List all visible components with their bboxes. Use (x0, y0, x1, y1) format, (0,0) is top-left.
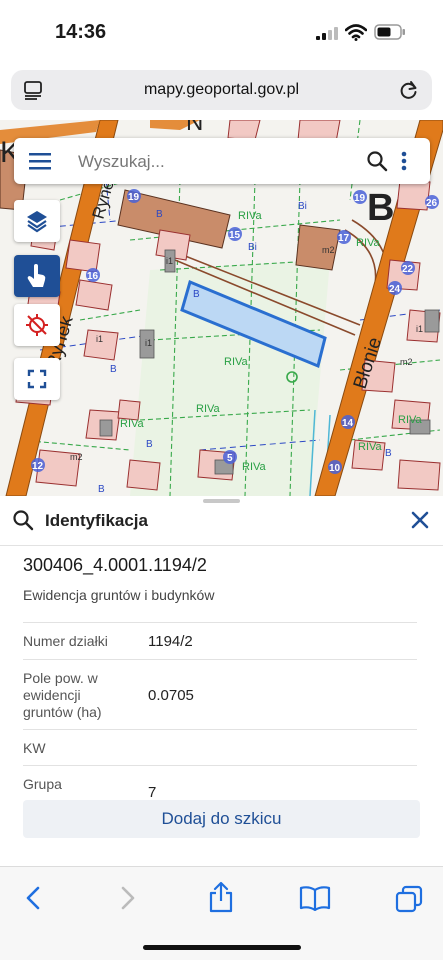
map-num-26: 26 (426, 198, 438, 209)
map-label-i1-4: i1 (96, 334, 103, 344)
map-label-riva-2: RIVa (196, 403, 221, 415)
map-label-b-3: B (110, 364, 117, 375)
row-label-parcel-number: Numer działki (23, 633, 108, 649)
search-icon (13, 510, 34, 531)
home-indicator (143, 945, 301, 950)
reload-icon[interactable] (398, 79, 420, 101)
row-value-group: 7 (148, 784, 157, 801)
browser-address-area: mapy.geoportal.gov.pl (0, 62, 443, 120)
map-label-b-large: B (367, 187, 394, 229)
search-input[interactable]: Wyszukaj... (78, 152, 165, 172)
map-num-12: 12 (32, 461, 44, 472)
forward-icon[interactable] (117, 885, 139, 911)
map-num-19: 19 (128, 192, 140, 203)
bookmarks-icon[interactable] (299, 885, 331, 911)
map-label-b-2: B (156, 209, 163, 220)
map-label-riva-3: RIVa (238, 210, 263, 222)
address-bar[interactable]: mapy.geoportal.gov.pl (11, 70, 432, 110)
search-icon[interactable] (366, 150, 388, 172)
panel-drag-handle[interactable] (203, 499, 240, 503)
panel-header: Identyfikacja (0, 504, 443, 546)
map-search-bar[interactable]: Wyszukaj... (14, 138, 430, 184)
back-icon[interactable] (22, 885, 44, 911)
layer-name: Ewidencja gruntów i budynków (23, 587, 215, 603)
map-label-m2-3: m2 (70, 452, 83, 462)
layers-icon (27, 211, 47, 233)
map-label-riva-8: RIVa (358, 441, 383, 453)
divider (23, 765, 417, 766)
row-value-parcel-number: 1194/2 (148, 633, 193, 650)
map-num-10: 10 (329, 463, 341, 474)
map-label-i1-1: i1 (145, 338, 152, 348)
row-value-area: 0.0705 (148, 687, 194, 704)
gps-button[interactable] (14, 304, 60, 346)
map-label-b-1: B (193, 289, 200, 300)
map-label-m2-2: m2 (322, 245, 335, 255)
map-num-19b: 19 (354, 193, 366, 204)
map-num-17: 17 (338, 233, 350, 244)
map-label-riva-4: RIVa (242, 461, 267, 473)
divider (23, 659, 417, 660)
parcel-id: 300406_4.0001.1194/2 (23, 555, 207, 575)
map-view[interactable]: Rynek Błonie Rynek B K N RIVa RIVa RIVa … (0, 120, 443, 496)
divider (23, 622, 417, 623)
identification-panel: Identyfikacja 300406_4.0001.1194/2 Ewide… (0, 496, 443, 866)
map-label-b-4: B (98, 484, 105, 495)
map-num-5: 5 (227, 453, 233, 464)
map-label-n: N (186, 120, 203, 136)
fullscreen-button[interactable] (14, 358, 60, 400)
browser-toolbar (0, 866, 443, 960)
address-url: mapy.geoportal.gov.pl (143, 81, 300, 98)
map-label-b-5: B (146, 439, 153, 450)
map-label-riva-5: RIVa (120, 418, 145, 430)
map-label-b-6: B (385, 448, 392, 459)
map-num-16: 16 (87, 271, 99, 282)
layers-button[interactable] (14, 200, 60, 242)
panel-title: Identyfikacja (45, 511, 148, 530)
add-to-sketch-button[interactable]: Dodaj do szkicu (23, 800, 420, 838)
row-label-area: Pole pow. w ewidencji gruntów (ha) (23, 670, 102, 720)
map-label-i1-3: i1 (416, 324, 423, 334)
tabs-icon[interactable] (395, 885, 423, 913)
map-label-riva-6: RIVa (356, 237, 381, 249)
status-time: 14:36 (55, 21, 107, 43)
hand-pointer-icon (27, 264, 46, 287)
battery-icon (374, 24, 405, 40)
location-off-icon (26, 314, 48, 336)
map-label-m2-4: m2 (400, 357, 413, 367)
more-options-icon[interactable] (400, 150, 408, 172)
status-bar: 14:36 (0, 0, 443, 62)
hamburger-menu-icon[interactable] (29, 152, 51, 170)
map-label-bi-1: Bi (248, 242, 257, 253)
divider (23, 729, 417, 730)
map-label-bi-2: Bi (298, 201, 307, 212)
identify-button[interactable] (14, 255, 60, 297)
wifi-icon (345, 24, 367, 41)
share-icon[interactable] (207, 881, 235, 913)
cellular-signal-icon (316, 27, 338, 40)
map-label-riva-1: RIVa (224, 356, 249, 368)
map-num-14: 14 (342, 418, 354, 429)
close-icon[interactable] (409, 509, 431, 531)
map-label-riva-7: RIVa (398, 414, 423, 426)
map-num-24: 24 (389, 284, 401, 295)
row-label-group: Grupa (23, 776, 62, 792)
map-num-22: 22 (402, 264, 414, 275)
row-label-kw: KW (23, 740, 46, 756)
fullscreen-icon (27, 369, 47, 389)
map-label-i1-2: i1 (166, 256, 173, 266)
map-num-15: 15 (229, 230, 241, 241)
